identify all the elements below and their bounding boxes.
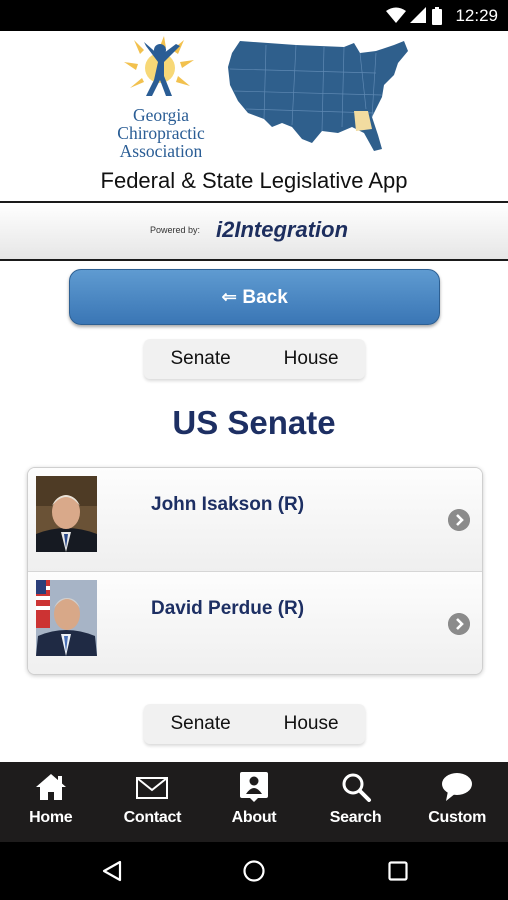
tab-house[interactable]: House [284, 713, 339, 735]
clock: 12:29 [455, 6, 498, 25]
page-title: US Senate [172, 404, 336, 441]
powered-by-label: Powered by: [150, 225, 201, 235]
list-item[interactable]: John Isakson (R) [28, 468, 482, 572]
tab-house[interactable]: House [284, 348, 339, 370]
recents-square-icon[interactable] [386, 859, 410, 883]
nav-custom[interactable]: Custom [406, 762, 508, 842]
app-title: Federal & State Legislative App [100, 168, 408, 193]
nav-about[interactable]: About [203, 762, 305, 842]
brand-logo-text: i2Integration [216, 217, 349, 242]
status-bar: 12:29 [0, 0, 508, 31]
senator-list: John Isakson (R) David Perdue (R) [27, 467, 483, 675]
chevron-right-icon[interactable] [448, 613, 470, 635]
gca-logo-icon [124, 36, 194, 96]
senator-name: David Perdue (R) [151, 598, 305, 619]
battery-icon [432, 7, 442, 25]
tab-senate[interactable]: Senate [170, 713, 230, 735]
envelope-icon [136, 777, 169, 799]
nav-contact[interactable]: Contact [102, 762, 204, 842]
chamber-tabs-bottom: Senate House [144, 704, 365, 744]
home-circle-icon[interactable] [242, 859, 266, 883]
senator-name: John Isakson (R) [151, 494, 305, 515]
home-icon [35, 774, 66, 800]
bottom-nav: Home Contact About Search Custom [0, 762, 508, 842]
senator-photo [36, 580, 97, 656]
system-nav-bar [0, 842, 508, 900]
org-name: Georgia Chiropractic Association [117, 105, 205, 161]
signal-icon [410, 7, 426, 23]
wifi-icon [386, 7, 406, 23]
speech-bubble-icon [442, 773, 473, 801]
back-button[interactable]: ⇐ Back [69, 269, 440, 325]
tab-senate[interactable]: Senate [170, 348, 230, 370]
senator-photo [36, 476, 97, 552]
chevron-right-icon[interactable] [448, 509, 470, 531]
nav-home[interactable]: Home [0, 762, 102, 842]
chamber-tabs-top: Senate House [144, 339, 365, 379]
app-header: Georgia Chiropractic Association Federal… [0, 31, 508, 201]
back-triangle-icon[interactable] [100, 859, 124, 883]
powered-by-bar: Powered by: i2Integration [0, 201, 508, 261]
search-icon [342, 773, 371, 802]
about-person-icon [239, 772, 268, 802]
nav-search[interactable]: Search [305, 762, 407, 842]
list-item[interactable]: David Perdue (R) [28, 572, 482, 674]
us-map-icon [228, 41, 408, 151]
